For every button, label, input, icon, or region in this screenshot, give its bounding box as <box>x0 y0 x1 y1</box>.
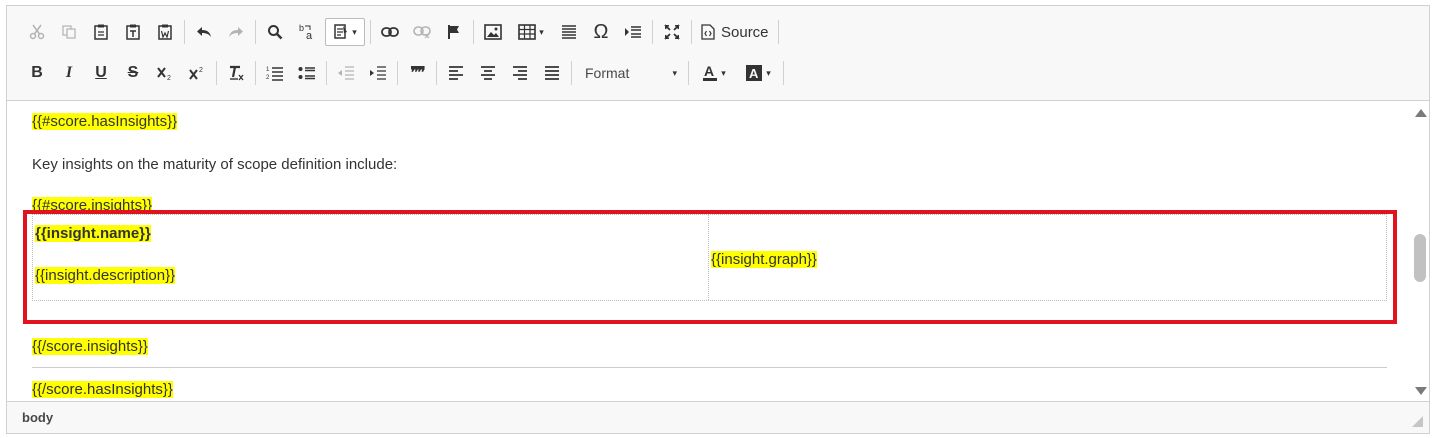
svg-text:2: 2 <box>167 75 171 81</box>
italic-icon[interactable]: I <box>55 59 83 87</box>
image-icon[interactable] <box>479 18 507 46</box>
toolbar-separator <box>326 61 327 85</box>
toolbar-separator <box>255 20 256 44</box>
chevron-down-icon: ▾ <box>539 26 544 37</box>
source-button[interactable]: Source <box>695 18 775 46</box>
paste-text-icon[interactable] <box>119 18 147 46</box>
scroll-down-arrow-icon[interactable] <box>1415 387 1427 395</box>
remove-format-icon[interactable] <box>222 59 250 87</box>
toolbar-separator <box>473 20 474 44</box>
toolbar-separator <box>777 20 779 44</box>
chevron-down-icon: ▾ <box>352 26 357 37</box>
editor-status-bar: body <box>7 401 1429 433</box>
redo-icon[interactable] <box>222 18 250 46</box>
paste-icon[interactable] <box>87 18 115 46</box>
align-center-icon[interactable] <box>474 59 502 87</box>
template-tag: {{/score.hasInsights}} <box>32 381 173 398</box>
toolbar-separator <box>688 61 689 85</box>
unlink-icon[interactable] <box>408 18 436 46</box>
toolbar-separator <box>397 61 398 85</box>
template-tag: {{#score.hasInsights}} <box>32 113 178 130</box>
toolbar-separator <box>370 20 371 44</box>
text-color-icon[interactable]: A ▾ <box>694 59 734 87</box>
cut-icon[interactable] <box>23 18 51 46</box>
editor-toolbar: ba ▾ ▾ Ω Source B I U S 2 2 1 2 ❞❞ Forma… <box>7 6 1429 101</box>
rich-text-editor: ba ▾ ▾ Ω Source B I U S 2 2 1 2 ❞❞ Forma… <box>6 5 1430 434</box>
anchor-flag-icon[interactable] <box>440 18 468 46</box>
toolbar-row-1: ba ▾ ▾ Ω Source <box>21 16 782 48</box>
element-path-body[interactable]: body <box>22 410 53 425</box>
svg-text:A: A <box>704 64 714 79</box>
undo-icon[interactable] <box>190 18 218 46</box>
toolbar-separator <box>216 61 217 85</box>
subscript-icon[interactable]: 2 <box>151 59 179 87</box>
horizontal-line-icon[interactable] <box>555 18 583 46</box>
svg-text:A: A <box>749 66 759 81</box>
outdent-icon[interactable] <box>332 59 360 87</box>
bold-icon[interactable]: B <box>23 59 51 87</box>
svg-text:1: 1 <box>266 67 270 73</box>
toolbar-separator <box>652 20 653 44</box>
svg-text:2: 2 <box>199 67 203 74</box>
numbered-list-icon[interactable]: 12 <box>261 59 289 87</box>
chevron-down-icon: ▾ <box>721 67 726 78</box>
replace-icon[interactable]: ba <box>293 18 321 46</box>
indent-icon[interactable] <box>364 59 392 87</box>
chevron-down-icon: ▾ <box>766 67 771 78</box>
align-left-icon[interactable] <box>442 59 470 87</box>
editor-content-area[interactable]: {{#score.hasInsights}} Key insights on t… <box>7 101 1412 402</box>
toolbar-separator <box>255 61 256 85</box>
superscript-icon[interactable]: 2 <box>183 59 211 87</box>
svg-text:a: a <box>306 30 313 41</box>
toolbar-row-2: B I U S 2 2 12 ❞❞ Format ▾ A ▾ A ▾ <box>21 57 787 89</box>
scroll-up-arrow-icon[interactable] <box>1415 109 1427 117</box>
format-select-label: Format <box>585 65 630 81</box>
underline-icon[interactable]: U <box>87 59 115 87</box>
background-color-icon[interactable]: A ▾ <box>738 59 778 87</box>
resize-handle-icon[interactable] <box>1412 416 1423 427</box>
scroll-thumb[interactable] <box>1414 234 1426 282</box>
toolbar-separator <box>436 61 437 85</box>
table-icon[interactable]: ▾ <box>511 18 551 46</box>
template-tag-line: {{/score.hasInsights}} <box>32 381 173 398</box>
toolbar-separator <box>184 20 185 44</box>
vertical-scrollbar[interactable] <box>1411 101 1429 402</box>
template-icon[interactable]: ▾ <box>325 18 365 46</box>
svg-text:2: 2 <box>266 75 270 81</box>
bulleted-list-icon[interactable] <box>293 59 321 87</box>
page-break-icon[interactable] <box>619 18 647 46</box>
link-icon[interactable] <box>376 18 404 46</box>
toolbar-separator <box>691 20 692 44</box>
omega-glyph: Ω <box>593 20 609 43</box>
paste-word-icon[interactable] <box>151 18 179 46</box>
highlight-annotation-box <box>23 210 1397 324</box>
template-tag-line: {{/score.insights}} <box>32 338 148 355</box>
svg-text:b: b <box>299 23 304 33</box>
format-select[interactable]: Format ▾ <box>575 59 685 87</box>
horizontal-rule <box>32 367 1387 368</box>
special-char-icon[interactable]: Ω <box>587 18 615 46</box>
maximize-icon[interactable] <box>658 18 686 46</box>
source-label: Source <box>721 23 769 41</box>
copy-icon[interactable] <box>55 18 83 46</box>
align-right-icon[interactable] <box>506 59 534 87</box>
source-icon <box>701 24 715 40</box>
body-paragraph: Key insights on the maturity of scope de… <box>32 156 398 173</box>
strikethrough-icon[interactable]: S <box>119 59 147 87</box>
template-tag-line: {{#score.hasInsights}} <box>32 113 178 130</box>
toolbar-separator <box>571 61 572 85</box>
justify-icon[interactable] <box>538 59 566 87</box>
find-icon[interactable] <box>261 18 289 46</box>
blockquote-icon[interactable]: ❞❞ <box>403 59 431 87</box>
chevron-down-icon: ▾ <box>672 67 677 78</box>
toolbar-separator <box>783 61 784 85</box>
template-tag: {{/score.insights}} <box>32 338 148 355</box>
